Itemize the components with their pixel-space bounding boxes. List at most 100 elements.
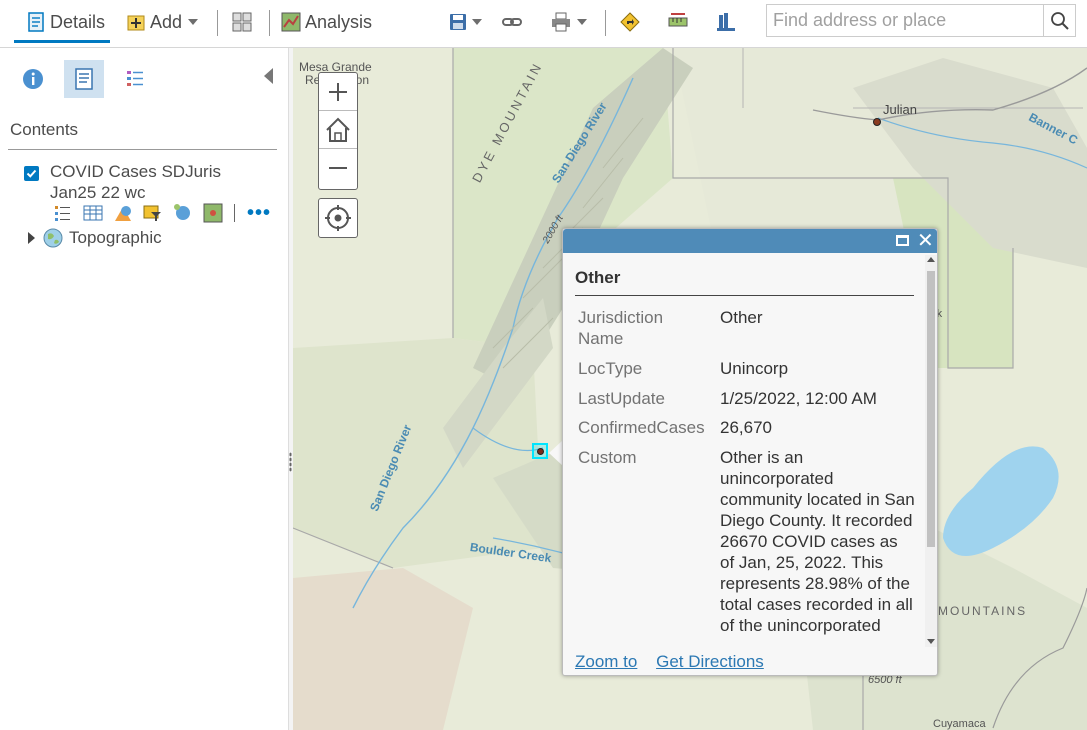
attribute-value: 1/25/2022, 12:00 AM	[720, 389, 877, 408]
maximize-icon[interactable]	[896, 235, 909, 246]
plus-icon	[329, 82, 347, 101]
search-icon	[1050, 11, 1069, 30]
show-legend-button[interactable]	[52, 203, 74, 223]
search-button[interactable]	[1043, 4, 1076, 37]
directions-icon	[620, 12, 640, 32]
filter-button[interactable]	[142, 203, 164, 223]
basemap-name: Topographic	[69, 228, 162, 247]
popup-header: ✕	[563, 229, 937, 253]
popup-content: Other Jurisdiction Name Other LocType Un…	[563, 253, 925, 647]
details-active-indicator	[14, 40, 110, 43]
popup-divider	[575, 295, 914, 296]
basemap-layer[interactable]: Topographic	[28, 227, 162, 249]
save-icon	[450, 14, 466, 30]
add-label: Add	[150, 11, 183, 32]
bookmarks-button[interactable]	[716, 8, 740, 36]
scroll-down-icon[interactable]	[927, 639, 935, 644]
details-icon	[28, 12, 44, 32]
minus-icon	[329, 167, 347, 169]
zoom-control	[318, 72, 358, 190]
legend-icon	[55, 206, 70, 221]
attribute-label: Custom	[578, 448, 637, 467]
show-table-button[interactable]	[82, 203, 104, 223]
measure-button[interactable]	[668, 8, 692, 36]
toolbar: Details Add Analysis	[0, 0, 1087, 48]
feature-popup: ✕ Other Jurisdiction Name Other LocType …	[562, 228, 938, 676]
details-button[interactable]: Details	[26, 8, 105, 36]
toolbar-separator	[269, 10, 270, 36]
zoom-to-link[interactable]: Zoom to	[575, 652, 637, 671]
tab-contents[interactable]	[64, 60, 104, 98]
save-dropdown-caret-icon	[472, 19, 482, 25]
change-style-icon	[115, 206, 131, 221]
map-labels-icon	[203, 203, 223, 223]
analysis-label: Analysis	[305, 11, 373, 32]
zoom-out-button[interactable]	[319, 149, 357, 187]
analysis-icon	[174, 204, 190, 220]
map-label: Cuyamaca	[933, 718, 986, 730]
attribute-label: LocType	[578, 359, 643, 378]
home-icon	[326, 117, 350, 142]
map-label: Julian	[883, 102, 917, 117]
search-box	[766, 4, 1044, 37]
table-icon	[83, 205, 103, 221]
splitter-handle-icon[interactable]	[289, 452, 292, 472]
layer-name[interactable]: COVID Cases SDJuris Jan25 22 wc	[50, 161, 270, 203]
search-input[interactable]	[767, 5, 1043, 36]
print-dropdown-caret-icon	[577, 19, 587, 25]
get-directions-link[interactable]: Get Directions	[656, 652, 764, 671]
attribute-label: LastUpdate	[578, 389, 665, 408]
attribute-label: Jurisdiction Name	[578, 308, 664, 348]
print-icon	[552, 12, 570, 32]
close-icon[interactable]: ✕	[917, 230, 934, 252]
default-extent-button[interactable]	[319, 111, 357, 149]
basemap-gallery-button[interactable]	[232, 8, 256, 36]
add-data-icon	[127, 15, 145, 31]
scroll-up-icon[interactable]	[927, 257, 935, 262]
share-button[interactable]	[502, 8, 526, 36]
directions-button[interactable]	[620, 8, 644, 36]
attribute-value: Other	[720, 308, 763, 327]
legend-icon	[127, 71, 143, 86]
change-style-button[interactable]	[112, 203, 134, 223]
save-button[interactable]	[448, 8, 482, 36]
more-options-icon[interactable]: •••	[247, 203, 271, 223]
map-label: MOUNTAINS	[938, 604, 1028, 618]
add-button[interactable]: Add	[126, 8, 199, 36]
expand-icon[interactable]	[28, 232, 35, 244]
selected-feature-marker[interactable]	[532, 443, 548, 459]
filter-icon	[143, 205, 161, 221]
toolbar-separator	[605, 10, 606, 36]
globe-icon	[43, 228, 63, 248]
analysis-icon	[281, 12, 301, 32]
layer-tools: •••	[52, 202, 271, 224]
perform-analysis-button[interactable]	[172, 203, 194, 223]
toolbar-separator	[217, 10, 218, 36]
tab-about[interactable]	[13, 60, 53, 98]
add-dropdown-caret-icon	[188, 19, 199, 25]
contents-title: Contents	[10, 120, 79, 139]
print-button[interactable]	[551, 8, 587, 36]
locate-button[interactable]	[318, 198, 358, 238]
details-label: Details	[50, 11, 106, 32]
contents-divider	[8, 149, 277, 150]
popup-scrollbar[interactable]	[925, 255, 937, 647]
attribute-value: Other is an unincorporated community loc…	[720, 448, 915, 635]
collapse-panel-icon[interactable]	[264, 68, 273, 84]
tab-legend[interactable]	[115, 60, 155, 98]
julian-point-marker[interactable]	[873, 118, 881, 126]
popup-actions: Zoom to Get Directions	[575, 652, 778, 672]
link-icon	[502, 18, 522, 26]
checkmark-icon	[26, 169, 37, 178]
measure-icon	[668, 13, 688, 27]
layer-visibility-checkbox[interactable]	[24, 166, 39, 181]
analysis-button[interactable]: Analysis	[281, 8, 372, 36]
contents-icon	[75, 68, 93, 90]
info-icon	[23, 69, 43, 89]
scroll-thumb[interactable]	[927, 271, 935, 547]
show-labels-button[interactable]	[202, 203, 224, 223]
attribute-value: 26,670	[720, 418, 772, 437]
zoom-in-button[interactable]	[319, 73, 357, 111]
bookmark-icon	[717, 13, 735, 31]
tools-separator	[234, 204, 235, 222]
